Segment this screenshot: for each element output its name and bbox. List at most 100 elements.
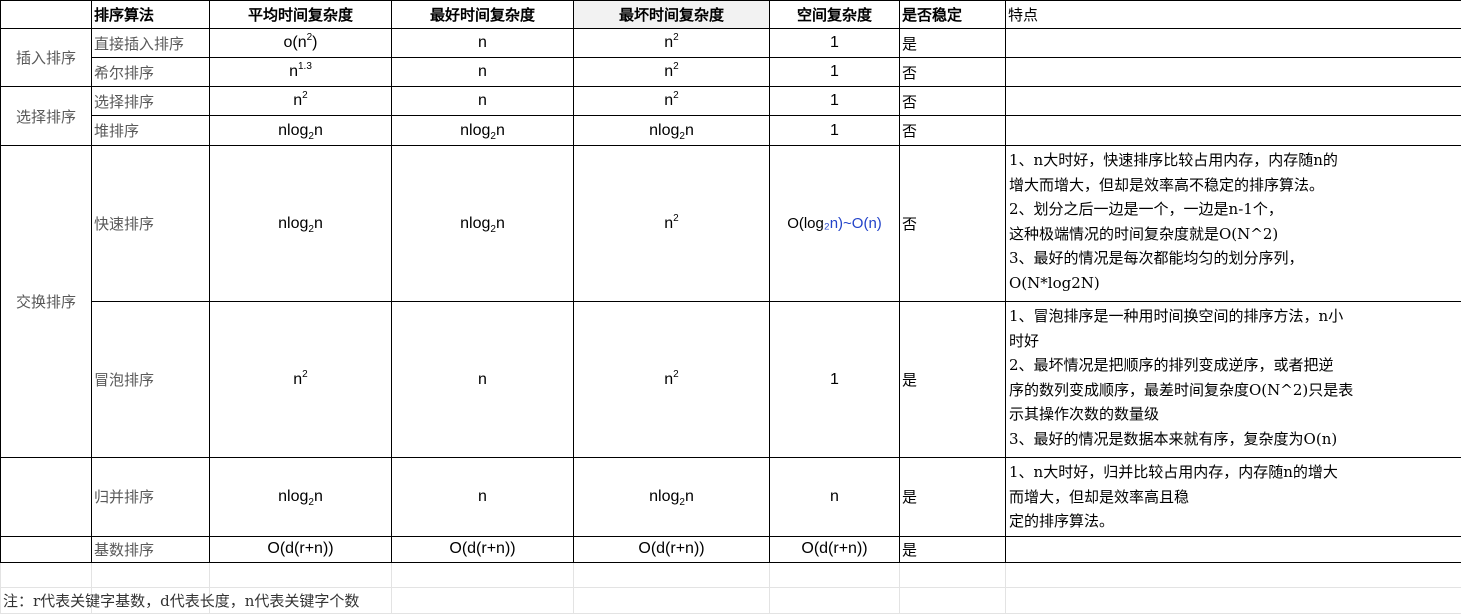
avg-complexity-cell[interactable]: o(n2) <box>210 29 392 58</box>
value-text: n <box>685 122 694 139</box>
stable-cell[interactable]: 否 <box>900 116 1006 146</box>
algorithm-name[interactable]: 冒泡排序 <box>92 302 210 458</box>
best-complexity-cell[interactable]: n <box>392 87 574 116</box>
empty-cell[interactable] <box>574 562 770 587</box>
space-complexity-cell[interactable]: O(d(r+n)) <box>770 536 900 562</box>
avg-complexity-cell[interactable]: nlog2n <box>210 116 392 146</box>
value-text: O(log <box>787 215 824 232</box>
empty-cell[interactable] <box>770 587 900 613</box>
avg-complexity-cell[interactable]: nlog2n <box>210 458 392 537</box>
feature-line: 时好 <box>1009 329 1458 354</box>
table-row: 选择排序 选择排序 n2 n n2 1 否 <box>1 87 1461 116</box>
empty-cell[interactable] <box>574 587 770 613</box>
empty-cell[interactable] <box>1 562 92 587</box>
empty-cell[interactable] <box>900 587 1006 613</box>
features-cell[interactable] <box>1006 116 1461 146</box>
worst-complexity-cell[interactable]: nlog2n <box>574 458 770 537</box>
worst-complexity-cell[interactable]: n2 <box>574 29 770 58</box>
superscript: 2 <box>673 32 679 43</box>
features-cell[interactable] <box>1006 87 1461 116</box>
worst-complexity-cell[interactable]: n2 <box>574 58 770 87</box>
superscript: 2 <box>673 369 679 380</box>
header-stable[interactable]: 是否稳定 <box>900 1 1006 29</box>
algorithm-name[interactable]: 堆排序 <box>92 116 210 146</box>
stable-cell[interactable]: 是 <box>900 302 1006 458</box>
stable-cell[interactable]: 否 <box>900 146 1006 302</box>
space-complexity-cell[interactable]: n <box>770 458 900 537</box>
empty-cell[interactable] <box>900 562 1006 587</box>
feature-line: 1、n大时好，归并比较占用内存，内存随n的增大 <box>1009 460 1458 485</box>
algorithm-name[interactable]: 归并排序 <box>92 458 210 537</box>
header-worst-complexity[interactable]: 最坏时间复杂度 <box>574 1 770 29</box>
category-insertion[interactable]: 插入排序 <box>1 29 92 87</box>
avg-complexity-cell[interactable]: nlog2n <box>210 146 392 302</box>
features-cell[interactable]: 1、n大时好，快速排序比较占用内存，内存随n的 增大而增大，但却是效率高不稳定的… <box>1006 146 1461 302</box>
header-best-complexity[interactable]: 最好时间复杂度 <box>392 1 574 29</box>
best-complexity-cell[interactable]: nlog2n <box>392 116 574 146</box>
best-complexity-cell[interactable]: n <box>392 29 574 58</box>
header-space-complexity[interactable]: 空间复杂度 <box>770 1 900 29</box>
best-complexity-cell[interactable]: O(d(r+n)) <box>392 536 574 562</box>
stable-cell[interactable]: 是 <box>900 458 1006 537</box>
worst-complexity-cell[interactable]: n2 <box>574 146 770 302</box>
table-row: 归并排序 nlog2n n nlog2n n 是 1、n大时好，归并比较占用内存… <box>1 458 1461 537</box>
empty-cell[interactable] <box>210 562 392 587</box>
features-cell[interactable]: 1、n大时好，归并比较占用内存，内存随n的增大 而增大，但却是效率高且稳 定的排… <box>1006 458 1461 537</box>
note-cell[interactable]: 注：r代表关键字基数，d代表长度，n代表关键字个数 <box>1 587 92 613</box>
worst-complexity-cell[interactable]: O(d(r+n)) <box>574 536 770 562</box>
best-complexity-cell[interactable]: n <box>392 458 574 537</box>
feature-line: 定的排序算法。 <box>1009 509 1458 534</box>
space-complexity-cell[interactable]: 1 <box>770 29 900 58</box>
category-exchange[interactable]: 交换排序 <box>1 146 92 458</box>
avg-complexity-cell[interactable]: n1.3 <box>210 58 392 87</box>
stable-cell[interactable]: 是 <box>900 29 1006 58</box>
avg-complexity-cell[interactable]: n2 <box>210 87 392 116</box>
value-text: nlog <box>278 122 308 139</box>
feature-line: O(N*log2N) <box>1009 271 1458 296</box>
header-algorithm[interactable]: 排序算法 <box>92 1 210 29</box>
features-cell[interactable] <box>1006 536 1461 562</box>
avg-complexity-cell[interactable]: O(d(r+n)) <box>210 536 392 562</box>
value-text: nlog <box>278 215 308 232</box>
stable-cell[interactable]: 否 <box>900 58 1006 87</box>
stable-cell[interactable]: 是 <box>900 536 1006 562</box>
space-complexity-cell[interactable]: O(log₂n)~O(n) <box>770 146 900 302</box>
header-avg-complexity[interactable]: 平均时间复杂度 <box>210 1 392 29</box>
avg-complexity-cell[interactable]: n2 <box>210 302 392 458</box>
empty-cell[interactable] <box>392 587 574 613</box>
category-cell[interactable] <box>1 536 92 562</box>
empty-cell[interactable] <box>392 562 574 587</box>
empty-cell[interactable] <box>92 562 210 587</box>
features-cell[interactable] <box>1006 29 1461 58</box>
best-complexity-cell[interactable]: n <box>392 58 574 87</box>
empty-cell[interactable] <box>770 562 900 587</box>
header-features[interactable]: 特点 <box>1006 1 1461 29</box>
space-complexity-cell[interactable]: 1 <box>770 116 900 146</box>
empty-cell[interactable] <box>1006 562 1461 587</box>
space-complexity-cell[interactable]: 1 <box>770 87 900 116</box>
best-complexity-cell[interactable]: nlog2n <box>392 146 574 302</box>
sorting-complexity-table: 排序算法 平均时间复杂度 最好时间复杂度 最坏时间复杂度 空间复杂度 是否稳定 … <box>0 0 1461 614</box>
algorithm-name[interactable]: 选择排序 <box>92 87 210 116</box>
worst-complexity-cell[interactable]: nlog2n <box>574 116 770 146</box>
algorithm-name[interactable]: 快速排序 <box>92 146 210 302</box>
worst-complexity-cell[interactable]: n2 <box>574 302 770 458</box>
best-complexity-cell[interactable]: n <box>392 302 574 458</box>
value-text: n <box>293 371 302 388</box>
value-text: n <box>293 92 302 109</box>
category-cell[interactable] <box>1 458 92 537</box>
empty-cell[interactable] <box>1006 587 1461 613</box>
space-complexity-cell[interactable]: 1 <box>770 302 900 458</box>
table-row: 希尔排序 n1.3 n n2 1 否 <box>1 58 1461 87</box>
worst-complexity-cell[interactable]: n2 <box>574 87 770 116</box>
algorithm-name[interactable]: 直接插入排序 <box>92 29 210 58</box>
space-complexity-cell[interactable]: 1 <box>770 58 900 87</box>
category-selection[interactable]: 选择排序 <box>1 87 92 146</box>
features-cell[interactable]: 1、冒泡排序是一种用时间换空间的排序方法，n小 时好 2、最坏情况是把顺序的排列… <box>1006 302 1461 458</box>
corner-cell[interactable] <box>1 1 92 29</box>
algorithm-name[interactable]: 基数排序 <box>92 536 210 562</box>
algorithm-name[interactable]: 希尔排序 <box>92 58 210 87</box>
superscript: 2 <box>302 90 308 101</box>
stable-cell[interactable]: 否 <box>900 87 1006 116</box>
features-cell[interactable] <box>1006 58 1461 87</box>
